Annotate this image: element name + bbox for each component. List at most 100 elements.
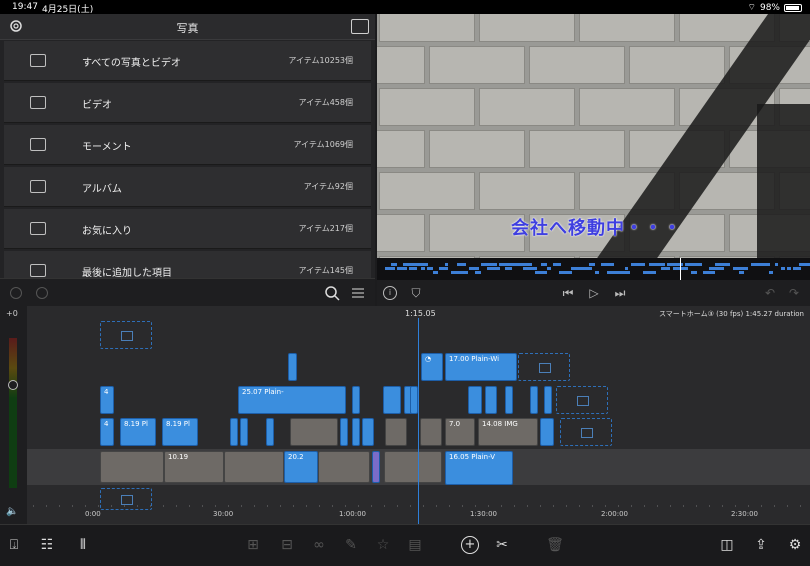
timeline-clip[interactable] xyxy=(383,386,401,414)
timeline-clip[interactable]: 25.07 Plain- xyxy=(238,386,346,414)
preview-brick xyxy=(379,88,475,126)
timeline-clip[interactable] xyxy=(362,418,374,446)
timeline-clip[interactable]: 8.19 Pl xyxy=(162,418,198,446)
favorite-icon[interactable]: ☆ xyxy=(374,536,392,554)
timeline-clip[interactable] xyxy=(240,418,248,446)
record-icon[interactable] xyxy=(36,287,48,299)
waveform-bar xyxy=(637,263,645,266)
app-root: 19:47 4月25日(土) ⌔ 98% 写真 すべての写真とビデオ アイテム1… xyxy=(0,0,810,566)
trash-icon[interactable]: 🗑 xyxy=(546,536,564,554)
video-clip[interactable] xyxy=(224,451,284,483)
video-clip[interactable] xyxy=(384,451,442,483)
scissors-icon[interactable]: ✂ xyxy=(493,536,511,554)
waveform-bar xyxy=(475,271,481,274)
ruler-tick: 2:30:00 xyxy=(731,510,758,518)
speaker-icon[interactable]: 🔈 xyxy=(6,506,18,517)
timeline-clip[interactable] xyxy=(352,386,360,414)
search-icon[interactable] xyxy=(324,285,340,301)
timeline-clip[interactable] xyxy=(485,386,497,414)
library-item-moment[interactable]: モーメント アイテム1069個 xyxy=(4,125,371,165)
share-icon[interactable]: ⇪ xyxy=(752,536,770,554)
video-preview[interactable]: 会社へ移動中・・・ xyxy=(377,14,810,258)
empty-slot[interactable] xyxy=(518,353,570,381)
waveform-bar xyxy=(721,263,724,266)
pen-icon[interactable]: ✎ xyxy=(342,536,360,554)
timeline-clip[interactable] xyxy=(530,386,538,414)
export-project-icon[interactable]: ⍗ xyxy=(5,536,23,554)
library-item-recent[interactable]: 最後に追加した項目 アイテム145個 xyxy=(4,251,371,278)
video-clip[interactable]: 16.05 Plain-V xyxy=(445,451,513,485)
timeline-clip[interactable] xyxy=(290,418,338,446)
timeline-clip[interactable] xyxy=(420,418,442,446)
timeline-clip[interactable] xyxy=(266,418,274,446)
timeline-clip[interactable] xyxy=(468,386,482,414)
play-icon[interactable]: ▷ xyxy=(587,286,601,300)
preview-brick xyxy=(377,130,425,168)
volume-knob[interactable] xyxy=(8,380,18,390)
bookmark-icon[interactable]: ⛉ xyxy=(409,286,423,300)
volume-meter[interactable]: +0 🔈 xyxy=(0,306,27,524)
library-item-favorites[interactable]: お気に入り アイテム217個 xyxy=(4,209,371,249)
library-item-video[interactable]: ビデオ アイテム458個 xyxy=(4,83,371,123)
library-item-count: アイテム217個 xyxy=(298,224,353,233)
skip-back-icon[interactable]: ⏮ xyxy=(561,286,575,300)
timeline-clip[interactable] xyxy=(230,418,238,446)
split-icon[interactable]: ⊞ xyxy=(244,536,262,554)
redo-icon[interactable]: ↷ xyxy=(787,286,801,300)
timeline-panel[interactable]: +0 🔈 1:15.05 スマートホーム③ (30 fps) 1:45.27 d… xyxy=(0,306,810,524)
timeline-clip[interactable]: 4 xyxy=(100,418,114,446)
moment-icon xyxy=(30,138,46,151)
preview-brick xyxy=(429,46,525,84)
timeline-clip[interactable]: 8.19 Pl xyxy=(120,418,156,446)
timeline-clip[interactable] xyxy=(505,386,513,414)
settings-icon[interactable]: ⚙ xyxy=(786,536,804,554)
video-clip[interactable] xyxy=(372,451,380,483)
waveform-bar xyxy=(793,267,801,270)
waveform-bar xyxy=(493,267,500,270)
library-item-label: すべての写真とビデオ xyxy=(82,58,181,69)
info-icon[interactable]: i xyxy=(383,286,397,300)
waveform-bar xyxy=(457,263,466,266)
timeline-clip[interactable] xyxy=(352,418,360,446)
layout-icon[interactable]: ◫ xyxy=(718,536,736,554)
waveform-bar xyxy=(505,267,512,270)
link-icon[interactable]: ∞ xyxy=(310,536,328,554)
project-list-icon[interactable]: ☷ xyxy=(38,536,56,554)
timeline-clip[interactable]: 7.0 xyxy=(445,418,475,446)
timeline-clip[interactable]: 4 xyxy=(100,386,114,414)
timeline-clip[interactable]: ◔ xyxy=(421,353,443,381)
audio-waveform-icon[interactable]: ⫴ xyxy=(74,536,92,554)
waveform-bar xyxy=(421,267,425,270)
check-icon[interactable] xyxy=(10,287,22,299)
detach-icon[interactable]: ⊟ xyxy=(278,536,296,554)
text-icon[interactable]: ▤ xyxy=(406,536,424,554)
timeline-clip[interactable] xyxy=(340,418,348,446)
playhead[interactable] xyxy=(418,318,419,524)
skip-forward-icon[interactable]: ⏭ xyxy=(613,286,627,300)
library-item-all[interactable]: すべての写真とビデオ アイテム10253個 xyxy=(4,41,371,81)
video-clip[interactable]: 10.19 xyxy=(164,451,224,483)
undo-icon[interactable]: ↶ xyxy=(763,286,777,300)
timeline-clip[interactable] xyxy=(540,418,554,446)
empty-slot[interactable] xyxy=(560,418,612,446)
import-icon[interactable] xyxy=(351,19,369,34)
heart-icon xyxy=(30,222,46,235)
empty-slot[interactable] xyxy=(100,321,152,349)
timeline-clip[interactable]: 17.00 Plain-Wi xyxy=(445,353,517,381)
time-ruler[interactable]: 0:00 30:00 1:00:00 1:30:00 2:00:00 2:30:… xyxy=(27,502,810,524)
timeline-clip[interactable] xyxy=(410,386,418,414)
timeline-clip[interactable] xyxy=(288,353,297,381)
timeline-clip[interactable] xyxy=(544,386,552,414)
timeline-clip[interactable]: 14.08 IMG xyxy=(478,418,538,446)
bottom-toolbar: ⍗ ☷ ⫴ ⊞ ⊟ ∞ ✎ ☆ ▤ + ✂ 🗑 ◫ ⇪ ⚙ xyxy=(0,524,810,566)
video-clip[interactable] xyxy=(100,451,164,483)
video-clip[interactable]: 20.2 xyxy=(284,451,318,483)
waveform-bar xyxy=(529,267,537,270)
timeline-clip[interactable] xyxy=(385,418,407,446)
waveform-bar xyxy=(553,263,561,266)
video-clip[interactable] xyxy=(318,451,370,483)
empty-slot[interactable] xyxy=(556,386,608,414)
library-item-album[interactable]: アルバム アイテム92個 xyxy=(4,167,371,207)
add-icon[interactable]: + xyxy=(461,536,479,554)
list-filter-icon[interactable] xyxy=(350,285,366,301)
